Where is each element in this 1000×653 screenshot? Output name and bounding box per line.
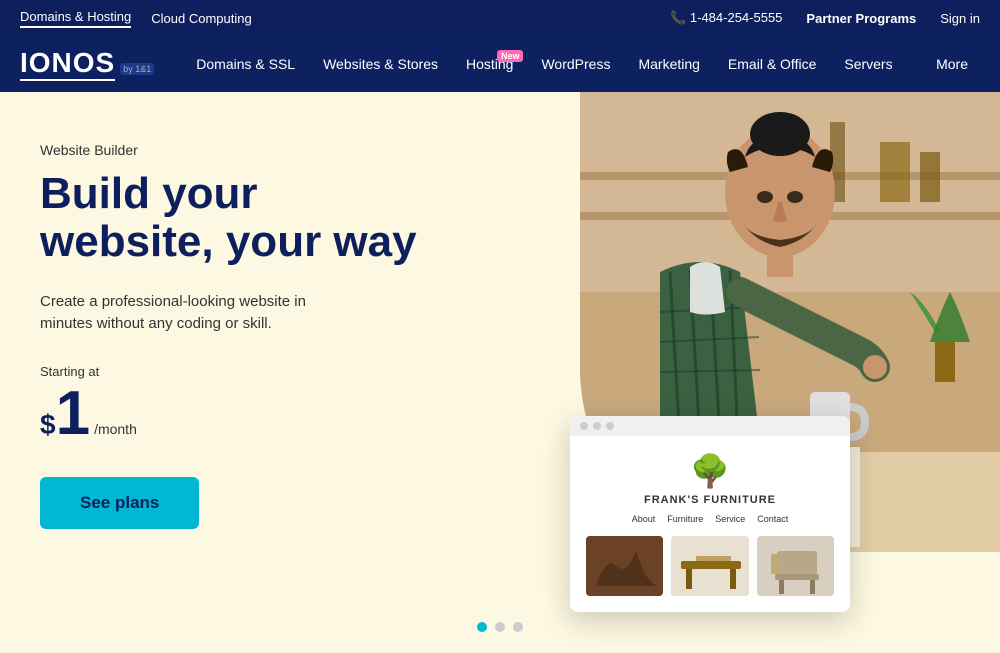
mock-store-name: FRANK'S FURNITURE: [586, 494, 834, 506]
top-bar: Domains & Hosting Cloud Computing 📞 1-48…: [0, 0, 1000, 36]
mock-nav-furniture: Furniture: [667, 514, 703, 524]
mock-nav-about: About: [632, 514, 656, 524]
sign-in-link[interactable]: Sign in: [940, 11, 980, 26]
hero-title: Build your website, your way: [40, 170, 440, 267]
per-month-label: /month: [94, 421, 137, 437]
price-row: $ 1 /month: [40, 383, 440, 445]
top-bar-right: 📞 1-484-254-5555 Partner Programs Sign i…: [670, 10, 980, 26]
hosting-new-badge: New: [497, 50, 524, 62]
nav-wordpress[interactable]: WordPress: [529, 48, 622, 80]
price-number: 1: [56, 383, 90, 445]
browser-dot-2: [593, 422, 601, 430]
mock-product-3: [757, 536, 834, 596]
carousel-dot-active[interactable]: [477, 622, 487, 632]
main-nav: IONOS by 1&1 Domains & SSL Websites & St…: [0, 36, 1000, 92]
nav-email-office[interactable]: Email & Office: [716, 48, 828, 80]
phone-number: 📞 1-484-254-5555: [670, 10, 782, 26]
nav-servers[interactable]: Servers: [832, 48, 904, 80]
carousel-dots: [477, 622, 523, 632]
hero-left-content: Website Builder Build your website, your…: [0, 92, 480, 652]
logo[interactable]: IONOS by 1&1: [20, 47, 154, 81]
mock-product-1: [586, 536, 663, 596]
logo-by: by 1&1: [120, 63, 154, 75]
carousel-dot-3[interactable]: [513, 622, 523, 632]
nav-marketing[interactable]: Marketing: [626, 48, 711, 80]
mock-website-card: 🌳 FRANK'S FURNITURE About Furniture Serv…: [570, 416, 850, 612]
hero-section: Website Builder Build your website, your…: [0, 92, 1000, 652]
partner-programs-link[interactable]: Partner Programs: [806, 11, 916, 26]
nav-hosting[interactable]: Hosting New: [454, 48, 525, 80]
top-bar-left-links: Domains & Hosting Cloud Computing: [20, 9, 252, 28]
mock-website-nav: About Furniture Service Contact: [586, 514, 834, 524]
mock-nav-contact: Contact: [757, 514, 788, 524]
mock-website-content: 🌳 FRANK'S FURNITURE About Furniture Serv…: [570, 436, 850, 612]
nav-websites-stores[interactable]: Websites & Stores: [311, 48, 450, 80]
mock-product-2: [671, 536, 748, 596]
hero-description: Create a professional-looking website in…: [40, 291, 360, 336]
top-bar-link-domains-hosting[interactable]: Domains & Hosting: [20, 9, 131, 28]
nav-items: Domains & SSL Websites & Stores Hosting …: [184, 48, 924, 80]
mock-tree-icon: 🌳: [586, 452, 834, 490]
hero-subtitle: Website Builder: [40, 142, 440, 158]
carousel-dot-2[interactable]: [495, 622, 505, 632]
browser-dot-1: [580, 422, 588, 430]
see-plans-button[interactable]: See plans: [40, 477, 199, 529]
mock-nav-service: Service: [715, 514, 745, 524]
nav-more[interactable]: More: [924, 48, 980, 80]
nav-domains-ssl[interactable]: Domains & SSL: [184, 48, 307, 80]
mock-browser-bar: [570, 416, 850, 436]
starting-at-label: Starting at: [40, 364, 440, 379]
phone-icon: 📞: [670, 10, 686, 25]
mock-products: [586, 536, 834, 596]
hero-right-image: 🌳 FRANK'S FURNITURE About Furniture Serv…: [500, 92, 1000, 652]
top-bar-link-cloud[interactable]: Cloud Computing: [151, 11, 251, 26]
logo-text: IONOS: [20, 47, 115, 81]
browser-dot-3: [606, 422, 614, 430]
dollar-sign: $: [40, 409, 56, 441]
